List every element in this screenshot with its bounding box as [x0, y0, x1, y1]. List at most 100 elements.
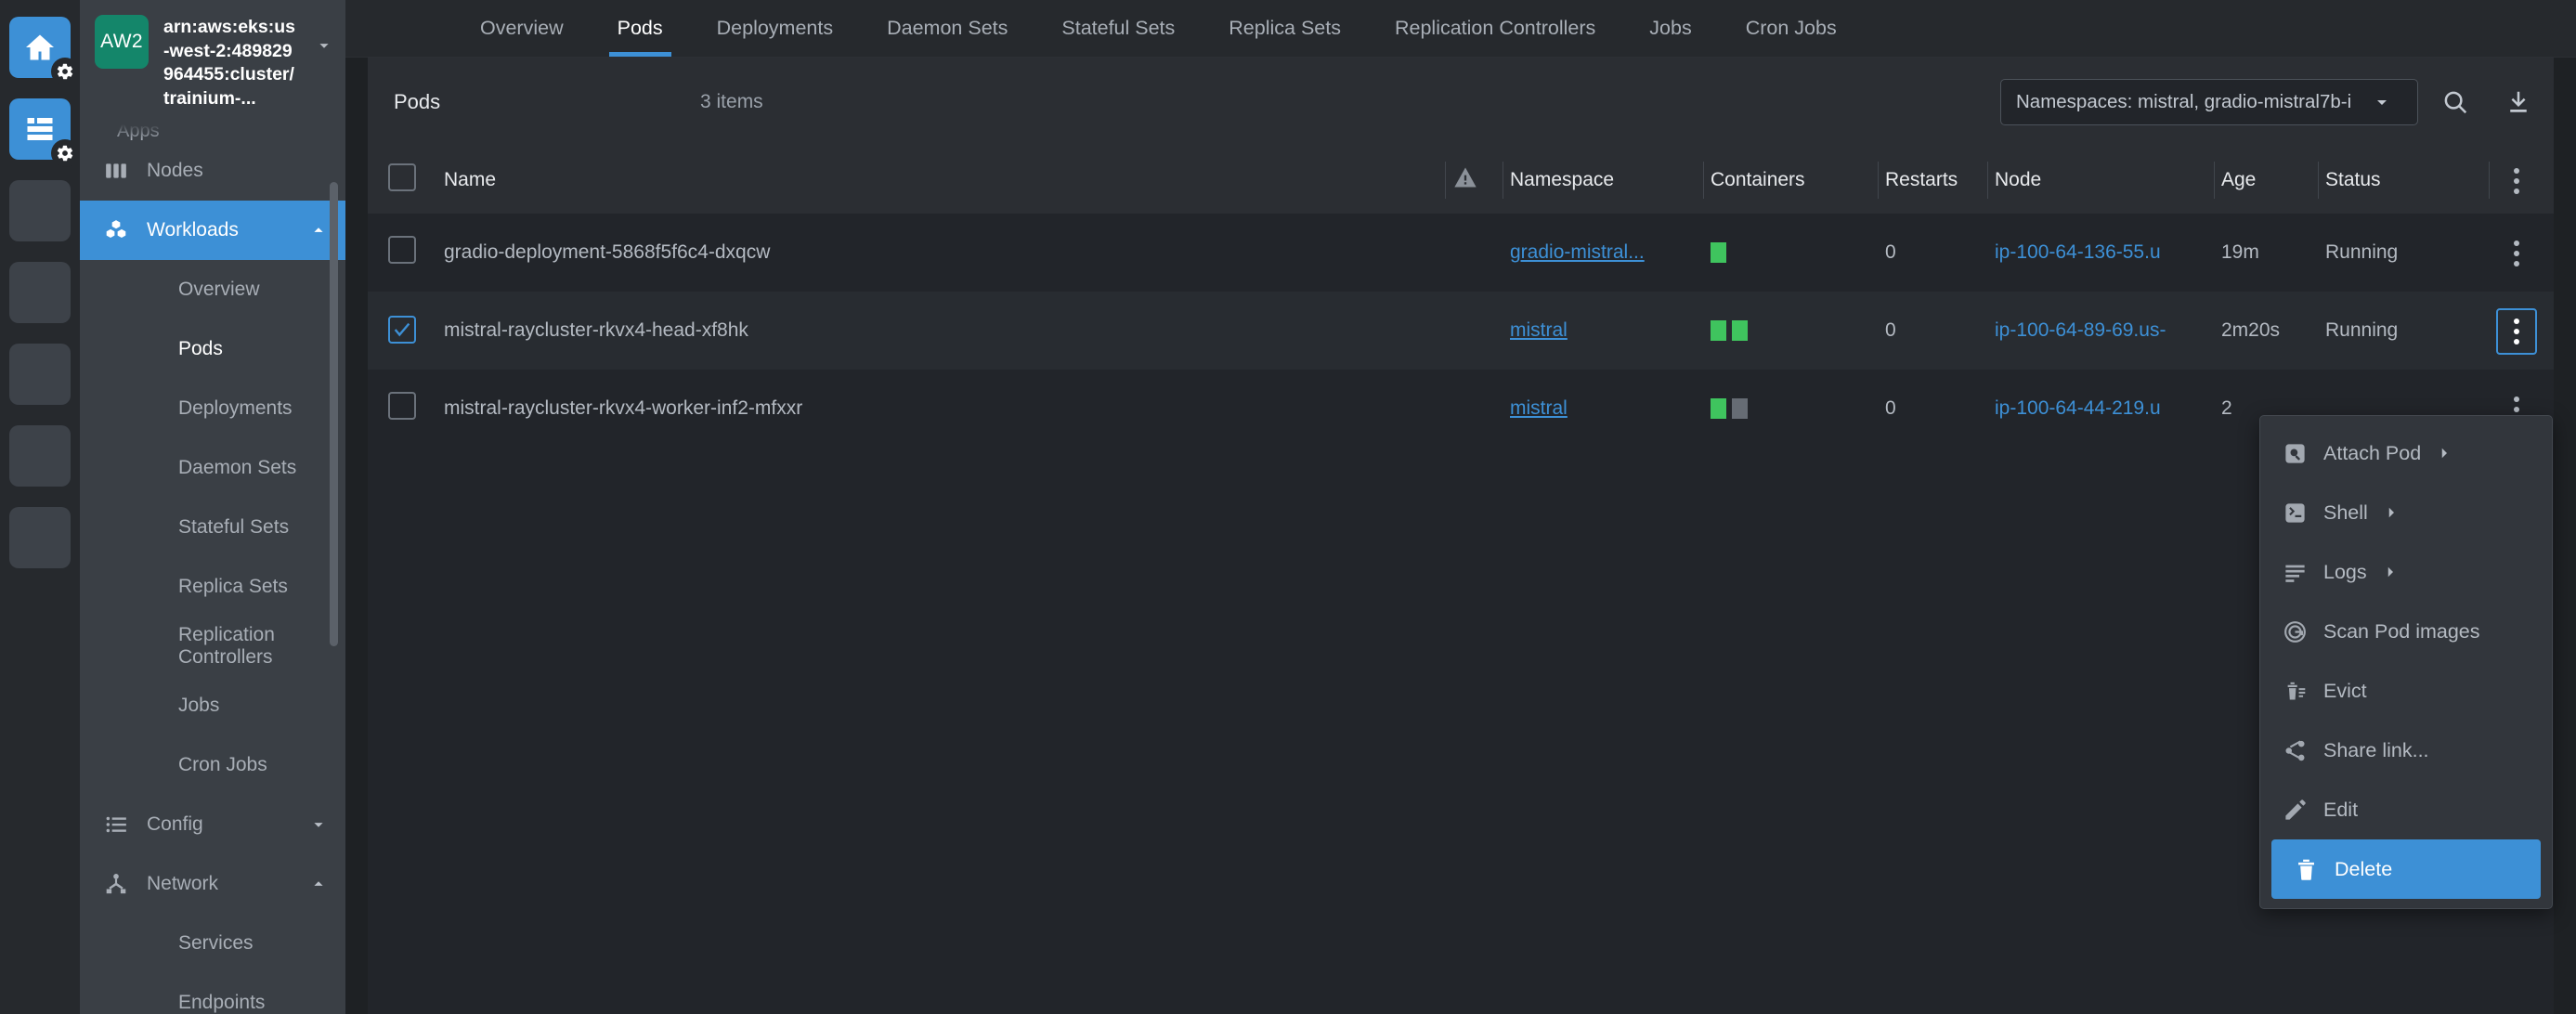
tab-daemon-sets[interactable]: Daemon Sets: [860, 0, 1034, 57]
sidebar-item-cron-jobs[interactable]: Cron Jobs: [80, 735, 345, 795]
col-warnings[interactable]: [1445, 147, 1503, 214]
rail-placeholder-tile[interactable]: [9, 180, 71, 241]
col-status[interactable]: Status: [2318, 147, 2489, 214]
table-options-button[interactable]: [2496, 158, 2537, 204]
tab-cron-jobs[interactable]: Cron Jobs: [1719, 0, 1864, 57]
pods-table-header: Name Namespace Containers: [368, 147, 2554, 214]
rail-placeholder-tile[interactable]: [9, 262, 71, 323]
menu-item-attach-pod[interactable]: Attach Pod: [2260, 423, 2552, 483]
sidebar-nav: Apps Nodes Work: [80, 124, 345, 1014]
home-settings-badge[interactable]: [51, 58, 79, 85]
node-link[interactable]: ip-100-64-44-219.u: [1995, 397, 2161, 419]
rail-placeholder-tile[interactable]: [9, 507, 71, 568]
clusters-settings-badge[interactable]: [51, 139, 79, 167]
sidebar-item-daemon-sets[interactable]: Daemon Sets: [80, 438, 345, 498]
row-checkbox[interactable]: [388, 392, 416, 420]
trash-icon: [2292, 857, 2320, 882]
namespace-link[interactable]: mistral: [1510, 319, 1568, 341]
menu-item-edit[interactable]: Edit: [2260, 780, 2552, 839]
container-status-dot[interactable]: [1732, 398, 1748, 419]
sidebar-item-jobs[interactable]: Jobs: [80, 676, 345, 735]
container-status-dot[interactable]: [1711, 398, 1726, 419]
menu-item-shell[interactable]: Shell: [2260, 483, 2552, 542]
attach-pod-icon: [2281, 441, 2309, 466]
node-link[interactable]: ip-100-64-89-69.us-: [1995, 319, 2166, 341]
rail-placeholder-tile[interactable]: [9, 425, 71, 487]
search-button[interactable]: [2429, 76, 2481, 128]
node-link[interactable]: ip-100-64-136-55.u: [1995, 241, 2161, 263]
col-age[interactable]: Age: [2214, 147, 2318, 214]
sidebar-scrollbar-thumb[interactable]: [330, 182, 338, 646]
menu-item-share-link[interactable]: Share link...: [2260, 721, 2552, 780]
sidebar-item-nodes[interactable]: Nodes: [80, 141, 345, 201]
table-row[interactable]: mistral-raycluster-rkvx4-head-xf8hk mist…: [368, 292, 2554, 370]
tab-pods[interactable]: Pods: [591, 0, 690, 57]
tab-jobs[interactable]: Jobs: [1622, 0, 1718, 57]
namespace-link[interactable]: mistral: [1510, 397, 1568, 419]
menu-item-logs[interactable]: Logs: [2260, 542, 2552, 602]
restarts-cell: 0: [1878, 370, 1987, 448]
cluster-avatar: AW2: [95, 15, 149, 69]
rail-placeholder-tile[interactable]: [9, 344, 71, 405]
sidebar-item-pods[interactable]: Pods: [80, 319, 345, 379]
rail-home-tile[interactable]: [9, 17, 71, 78]
cluster-dropdown-toggle[interactable]: [312, 15, 334, 60]
tab-replication-controllers[interactable]: Replication Controllers: [1368, 0, 1622, 57]
col-namespace[interactable]: Namespace: [1503, 147, 1703, 214]
sidebar-item-replica-sets[interactable]: Replica Sets: [80, 557, 345, 617]
container-status-dot[interactable]: [1711, 320, 1726, 341]
select-all-checkbox[interactable]: [388, 163, 416, 191]
chevron-down-icon[interactable]: [306, 814, 331, 835]
tab-label: Overview: [480, 17, 564, 40]
col-containers[interactable]: Containers: [1703, 147, 1878, 214]
row-menu-button[interactable]: [2496, 230, 2537, 277]
table-row[interactable]: mistral-raycluster-rkvx4-worker-inf2-mfx…: [368, 370, 2554, 448]
tab-label: Cron Jobs: [1746, 17, 1837, 40]
sidebar-item-config[interactable]: Config: [80, 795, 345, 854]
sidebar-scrollbar-track[interactable]: [333, 89, 342, 1008]
chevron-up-icon[interactable]: [306, 220, 331, 240]
tab-replica-sets[interactable]: Replica Sets: [1202, 0, 1368, 57]
chevron-up-icon[interactable]: [306, 874, 331, 894]
menu-item-label: Share link...: [2323, 739, 2429, 762]
tab-label: Jobs: [1649, 17, 1691, 40]
tab-deployments[interactable]: Deployments: [690, 0, 860, 57]
row-menu-button[interactable]: [2496, 308, 2537, 355]
nav-clipped-item[interactable]: Apps: [80, 124, 345, 141]
table-row[interactable]: gradio-deployment-5868f5f6c4-dxqcw gradi…: [368, 214, 2554, 292]
container-status-dot[interactable]: [1732, 320, 1748, 341]
menu-item-evict[interactable]: Evict: [2260, 661, 2552, 721]
namespace-cell: gradio-mistral...: [1503, 214, 1703, 292]
tab-overview[interactable]: Overview: [453, 0, 591, 57]
namespace-select[interactable]: Namespaces: mistral, gradio-mistral7b-i: [2000, 79, 2418, 125]
download-button[interactable]: [2492, 76, 2544, 128]
menu-item-delete[interactable]: Delete: [2271, 839, 2541, 899]
sidebar-item-services[interactable]: Services: [80, 914, 345, 973]
namespace-select-value: Namespaces: mistral, gradio-mistral7b-i: [2016, 91, 2361, 113]
pods-panel: Pods 3 items Namespaces: mistral, gradio…: [368, 58, 2554, 1014]
sidebar-item-stateful-sets[interactable]: Stateful Sets: [80, 498, 345, 557]
menu-item-label: Delete: [2335, 858, 2392, 881]
cluster-name: arn:aws:eks:us-west-2:489829964455:clust…: [163, 15, 297, 111]
col-name[interactable]: Name: [436, 147, 1445, 214]
check-icon: [392, 319, 412, 340]
sidebar-item-workloads[interactable]: Workloads: [80, 201, 345, 260]
cubes-icon: [104, 218, 132, 242]
sidebar-item-network[interactable]: Network: [80, 854, 345, 914]
sidebar-item-replication-controllers[interactable]: Replication Controllers: [80, 617, 345, 676]
sidebar-item-overview[interactable]: Overview: [80, 260, 345, 319]
rail-clusters-tile[interactable]: [9, 98, 71, 160]
row-checkbox[interactable]: [388, 236, 416, 264]
search-icon: [2441, 88, 2469, 116]
col-node[interactable]: Node: [1987, 147, 2214, 214]
menu-item-scan-pod-images[interactable]: Scan Pod images: [2260, 602, 2552, 661]
cluster-switcher[interactable]: AW2 arn:aws:eks:us-west-2:489829964455:c…: [80, 0, 345, 124]
tab-stateful-sets[interactable]: Stateful Sets: [1034, 0, 1202, 57]
container-status-dot[interactable]: [1711, 242, 1726, 263]
col-restarts[interactable]: Restarts: [1878, 147, 1987, 214]
sidebar-item-deployments[interactable]: Deployments: [80, 379, 345, 438]
sidebar-item-endpoints[interactable]: Endpoints: [80, 973, 345, 1014]
namespace-link[interactable]: gradio-mistral...: [1510, 241, 1645, 263]
row-checkbox[interactable]: [388, 316, 416, 344]
col-namespace-label: Namespace: [1510, 169, 1614, 190]
